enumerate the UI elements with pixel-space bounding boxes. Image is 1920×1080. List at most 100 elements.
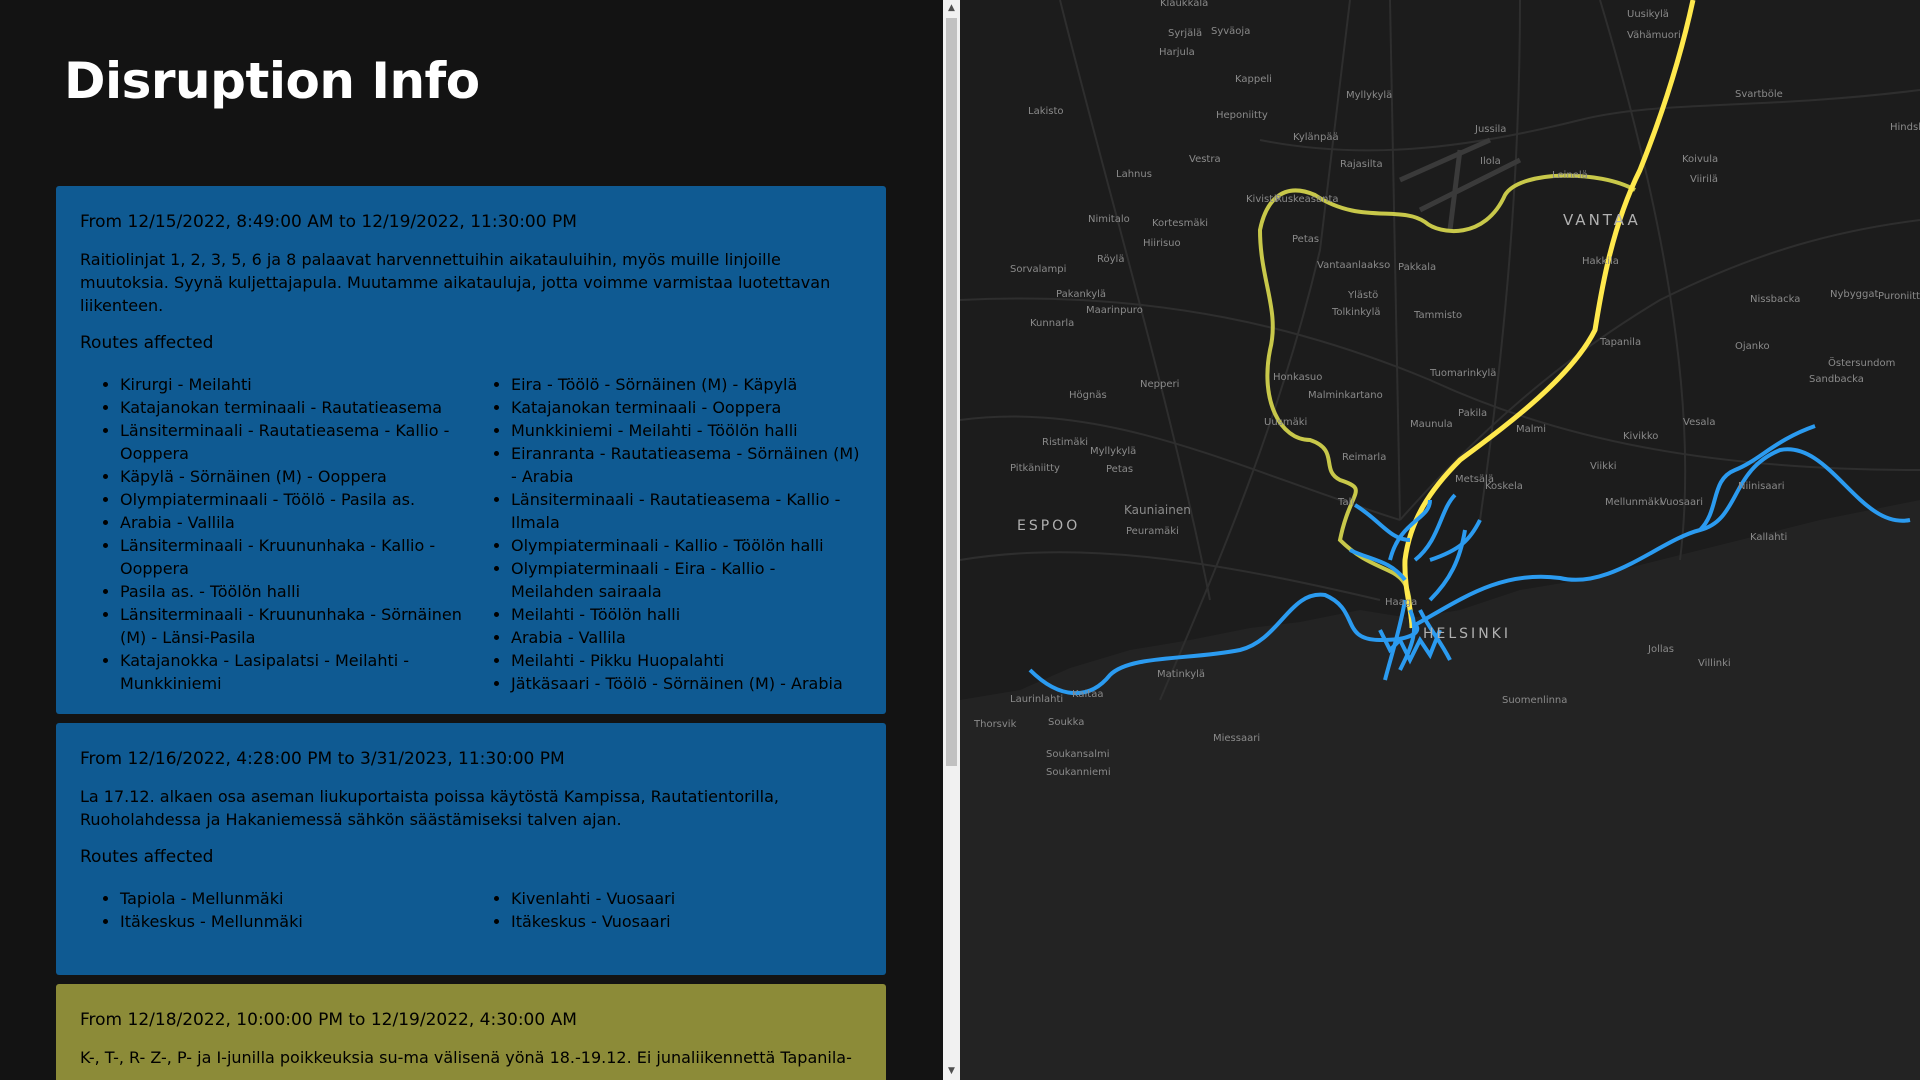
- map-label: Jollas: [1647, 644, 1674, 655]
- map-label: Haaga: [1385, 597, 1417, 608]
- disruption-period: From 12/16/2022, 4:28:00 PM to 3/31/2023…: [80, 749, 565, 769]
- map-label: Puroniitty: [1878, 291, 1920, 302]
- map-label: Reimarla: [1342, 452, 1386, 463]
- route-item: Olympiaterminaali - Töölö - Pasila as.: [120, 488, 471, 511]
- map-label: Hindsby: [1890, 122, 1920, 133]
- map-view[interactable]: Klaukkala Syrjälä Syväoja Harjula Kappel…: [960, 0, 1920, 1080]
- map-label: Petas: [1292, 234, 1319, 245]
- disruption-period: From 12/15/2022, 8:49:00 AM to 12/19/202…: [80, 212, 577, 232]
- map-label: Kortesmäki: [1152, 218, 1208, 229]
- route-item: Länsiterminaali - Kruununhaka - Sörnäine…: [120, 603, 471, 649]
- map-label: Högnäs: [1069, 390, 1107, 401]
- route-item: Länsiterminaali - Rautatieasema - Kallio…: [120, 419, 471, 465]
- page-title: Disruption Info: [64, 52, 480, 110]
- route-item: Meilahti - Töölön halli: [511, 603, 862, 626]
- map-label: Rajasilta: [1340, 159, 1383, 170]
- map-label: Harjula: [1159, 47, 1195, 58]
- map-label: Vuosaari: [1660, 497, 1703, 508]
- scroll-up-arrow-icon[interactable]: ▲: [943, 0, 960, 17]
- route-item: Käpylä - Sörnäinen (M) - Ooppera: [120, 465, 471, 488]
- map-label: Kylänpää: [1293, 132, 1339, 143]
- map-label: Kallahti: [1750, 532, 1787, 543]
- map-label: Honkasuo: [1273, 372, 1322, 383]
- scrollbar[interactable]: ▲ ▼: [943, 0, 960, 1080]
- map-label: Koskela: [1485, 481, 1523, 492]
- route-item: Eiranranta - Rautatieasema - Sörnäinen (…: [511, 442, 862, 488]
- route-item: Katajanokan terminaali - Ooppera: [511, 396, 862, 419]
- map-label: Jussila: [1474, 124, 1506, 135]
- route-item: Itäkeskus - Vuosaari: [511, 910, 862, 933]
- map-label: Uusmäki: [1264, 417, 1307, 428]
- map-label: Miessaari: [1213, 733, 1260, 744]
- map-label: Lakisto: [1028, 106, 1064, 117]
- map-label: Vantaanlaakso: [1317, 260, 1390, 271]
- disruption-card: From 12/18/2022, 10:00:00 PM to 12/19/20…: [56, 984, 886, 1080]
- map-label: Nimitalo: [1088, 214, 1130, 225]
- map-label: Röylä: [1097, 254, 1124, 265]
- route-item: Länsiterminaali - Rautatieasema - Kallio…: [511, 488, 862, 534]
- route-item: Tapiola - Mellunmäki: [120, 887, 471, 910]
- route-item: Pasila as. - Töölön halli: [120, 580, 471, 603]
- routes-heading: Routes affected: [80, 847, 214, 867]
- route-item: Itäkeskus - Mellunmäki: [120, 910, 471, 933]
- map-label: Svartböle: [1735, 89, 1783, 100]
- map-label: Kappeli: [1235, 74, 1272, 85]
- map-label: Koivula: [1682, 154, 1718, 165]
- map-label: Nissbacka: [1750, 294, 1800, 305]
- scroll-down-arrow-icon[interactable]: ▼: [943, 1063, 960, 1080]
- map-label: VANTAA: [1563, 211, 1641, 229]
- route-item: Länsiterminaali - Kruununhaka - Kallio -…: [120, 534, 471, 580]
- map-label: Suomenlinna: [1502, 695, 1567, 706]
- map-label: Tali: [1337, 497, 1354, 508]
- map-label: Nybyggat: [1830, 289, 1878, 300]
- route-item: Kivenlahti - Vuosaari: [511, 887, 862, 910]
- map-label: Pitkäniitty: [1010, 463, 1060, 474]
- route-item: Kirurgi - Meilahti: [120, 373, 471, 396]
- app-root: Disruption Info From 12/15/2022, 8:49:00…: [0, 0, 1920, 1080]
- map-label: Syrjälä: [1168, 28, 1202, 39]
- map-label: Vähämuori: [1627, 30, 1681, 41]
- map-label: Myllykylä: [1346, 90, 1392, 101]
- scrollbar-thumb[interactable]: [946, 18, 957, 766]
- route-item: Meilahti - Pikku Huopalahti: [511, 649, 862, 672]
- route-item: Arabia - Vallila: [120, 511, 471, 534]
- route-item: Olympiaterminaali - Eira - Kallio - Meil…: [511, 557, 862, 603]
- disruption-panel[interactable]: Disruption Info From 12/15/2022, 8:49:00…: [0, 0, 943, 1080]
- map-label: Syväoja: [1211, 26, 1250, 37]
- map-label: Klaukkala: [1160, 0, 1208, 9]
- map-label: Niinisaari: [1738, 481, 1785, 492]
- disruption-description: La 17.12. alkaen osa aseman liukuportais…: [80, 787, 779, 829]
- map-label: Sandbacka: [1809, 374, 1864, 385]
- routes-list: Kirurgi - Meilahti Katajanokan terminaal…: [80, 373, 862, 695]
- disruption-description: K-, T-, R- Z-, P- ja I-junilla poikkeuks…: [80, 1048, 852, 1067]
- map-label: Heponiitty: [1216, 110, 1268, 121]
- map-label: Leinelä: [1552, 170, 1588, 181]
- disruption-card: From 12/16/2022, 4:28:00 PM to 3/31/2023…: [56, 723, 886, 975]
- map-label: Tapanila: [1599, 337, 1641, 348]
- map-label: Soukansalmi: [1046, 749, 1110, 760]
- map-label: Petas: [1106, 464, 1133, 475]
- map-label: Pakkala: [1398, 262, 1436, 273]
- map-label: ESPOO: [1017, 518, 1080, 534]
- map-label: Ristimäki: [1042, 437, 1088, 448]
- map-label: Thorsvik: [973, 719, 1017, 730]
- routes-heading: Routes affected: [80, 333, 214, 353]
- map-label: Viikki: [1590, 461, 1617, 472]
- map-label: Myllykylä: [1090, 446, 1136, 457]
- map-label: Ilola: [1480, 156, 1501, 167]
- map-label: Pakila: [1458, 408, 1487, 419]
- map-label: Maunula: [1410, 419, 1453, 430]
- route-item: Olympiaterminaali - Kallio - Töölön hall…: [511, 534, 862, 557]
- route-item: Katajanokan terminaali - Rautatieasema: [120, 396, 471, 419]
- routes-list: Tapiola - Mellunmäki Itäkeskus - Mellunm…: [80, 887, 862, 933]
- route-item: Eira - Töölö - Sörnäinen (M) - Käpylä: [511, 373, 862, 396]
- map-label: Ojanko: [1735, 341, 1770, 352]
- map-label: Vestra: [1189, 154, 1221, 165]
- map-label: Tammisto: [1413, 310, 1462, 321]
- map-canvas[interactable]: Klaukkala Syrjälä Syväoja Harjula Kappel…: [960, 0, 1920, 1080]
- map-label: Kauniainen: [1124, 503, 1191, 517]
- map-label: Kaitaa: [1072, 689, 1103, 700]
- map-label: Lahnus: [1116, 169, 1152, 180]
- map-label: Vesala: [1683, 417, 1715, 428]
- map-label: Hiirisuo: [1143, 238, 1181, 249]
